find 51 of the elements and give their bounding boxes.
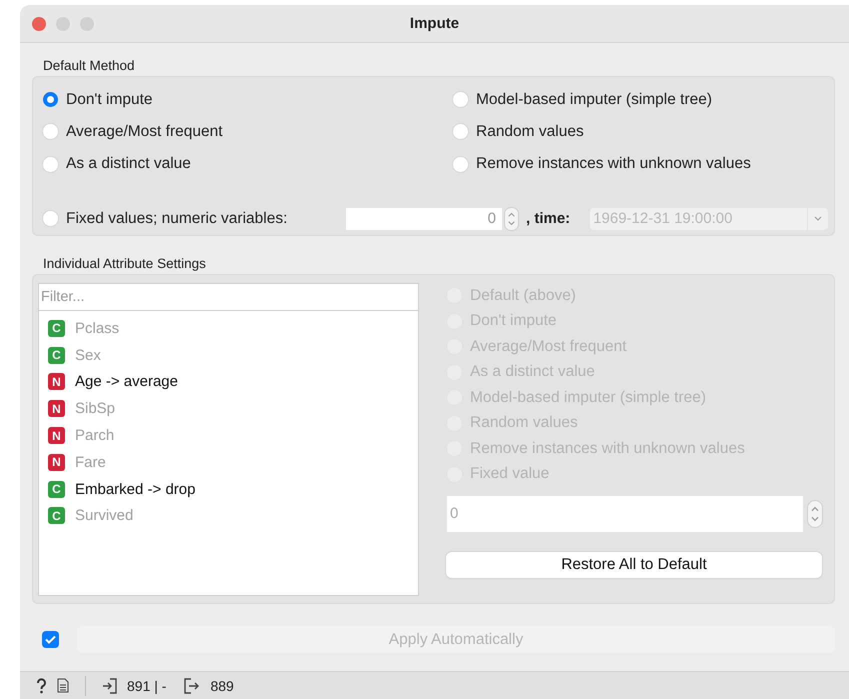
input-count: 891 | - [127,678,166,694]
radio-button[interactable] [43,92,58,107]
radio-button[interactable] [453,156,468,172]
output-icon [184,678,200,694]
radio-button[interactable] [453,124,468,140]
type-badge: N [48,454,65,471]
document-icon[interactable] [57,678,69,693]
attribute-item[interactable]: Sex [75,346,101,364]
attribute-item[interactable]: Fare [75,454,106,471]
option-label: Don't impute [66,90,153,108]
type-badge: C [48,346,65,364]
spin-buttons[interactable] [505,208,518,230]
attribute-item[interactable]: Parch [75,427,114,444]
close-button[interactable] [32,16,46,30]
value-field[interactable]: 0 [447,496,803,532]
option-label: As a distinct value [66,155,191,173]
option-label: Remove instances with unknown values [476,155,751,173]
window-title: Impute [410,15,460,32]
type-badge: C [48,507,65,524]
type-badge: N [48,373,65,390]
minimize-button[interactable] [56,16,70,30]
time-label: , time: [526,210,570,228]
option-label: Average/Most frequent [66,122,223,141]
help-icon[interactable] [36,678,47,694]
section-title: Default Method [43,58,136,73]
radio-button[interactable] [453,92,468,107]
zoom-button[interactable] [80,16,94,30]
attribute-item[interactable]: Pclass [75,320,120,337]
option-label: Model-based imputer (simple tree) [476,90,712,108]
option-label: Fixed values; numeric variables: [66,210,288,228]
spin-buttons[interactable] [808,501,822,527]
type-badge: N [48,400,65,418]
check-icon [45,635,56,644]
restore-button[interactable]: Restore All to Default [446,552,822,578]
type-badge: C [48,320,65,337]
attribute-item[interactable]: Age -> average [75,373,178,390]
input-icon [102,678,117,694]
type-badge: N [48,427,65,444]
filter-field[interactable]: Filter... [41,289,418,305]
attribute-item[interactable]: Embarked -> drop [75,480,196,498]
option-label: Random values [476,122,584,141]
chevron-down-icon [814,216,822,222]
radio-button[interactable] [43,211,58,226]
attribute-item[interactable]: Survived [75,507,134,524]
radio-button[interactable] [43,156,58,172]
section-title: Individual Attribute Settings [43,256,207,271]
output-count: 889 [210,678,234,694]
numeric-field[interactable]: 0 [346,208,502,230]
radio-button[interactable] [43,124,58,140]
type-badge: C [48,480,65,498]
attribute-item[interactable]: SibSp [75,400,116,418]
